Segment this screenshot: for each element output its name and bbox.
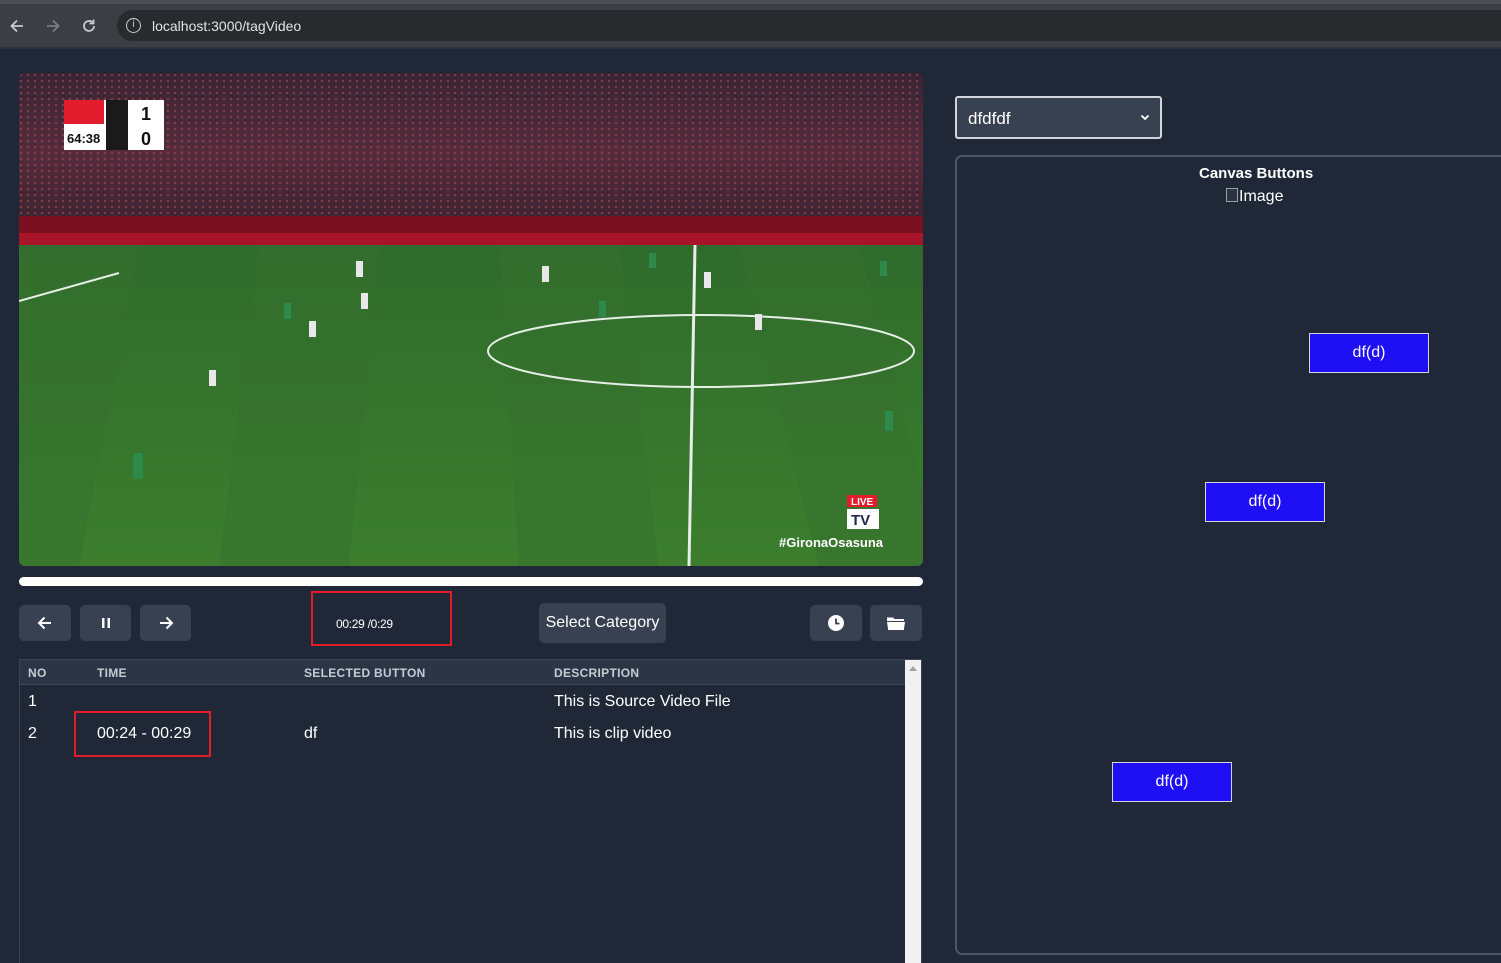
broken-image-icon: [1226, 188, 1238, 202]
canvas-image: Image: [1226, 188, 1283, 206]
time-display-highlight: 00:29 /0:29: [311, 591, 452, 646]
row-no: 1: [28, 693, 37, 710]
clock-icon: [828, 615, 844, 631]
tv-logo: TV: [851, 512, 870, 529]
reload-icon: [83, 19, 95, 32]
info-icon[interactable]: i: [126, 18, 141, 33]
url-text[interactable]: localhost:3000/tagVideo: [152, 18, 301, 34]
arrow-right-icon: [159, 616, 173, 630]
canvas-button-2[interactable]: df(d): [1205, 482, 1325, 522]
pause-icon: [101, 618, 110, 628]
folder-icon: [887, 617, 905, 630]
header-time: TIME: [97, 666, 127, 680]
canvas-title: Canvas Buttons: [1199, 165, 1314, 182]
row-description: This is clip video: [554, 725, 672, 742]
arrow-left-icon: [10, 19, 23, 33]
canvas-area: [955, 155, 1501, 955]
arrow-left-icon: [37, 616, 51, 630]
select-value: dfdfdf: [968, 109, 1011, 128]
button-set-select[interactable]: dfdfdf: [955, 96, 1162, 139]
folder-button[interactable]: [870, 605, 922, 641]
header-selected-button: SELECTED BUTTON: [304, 666, 426, 680]
next-button[interactable]: [140, 605, 191, 641]
chevron-down-icon: [1140, 114, 1150, 121]
live-badge: LIVE: [851, 497, 874, 508]
pause-button[interactable]: [80, 605, 131, 641]
canvas-button-1[interactable]: df(d): [1309, 333, 1429, 373]
video-progress-bar[interactable]: [19, 577, 923, 586]
row-description: This is Source Video File: [554, 693, 731, 710]
row-selected-button: df: [304, 725, 318, 742]
toolbar-divider: [0, 47, 1501, 49]
prev-button[interactable]: [19, 605, 71, 641]
address-bar[interactable]: i localhost:3000/tagVideo: [117, 10, 1501, 41]
match-hashtag: #GironaOsasuna: [779, 535, 884, 550]
arrow-right-icon: [47, 19, 60, 33]
time-cell-highlight: [74, 711, 211, 757]
home-score: 1: [141, 104, 151, 124]
forward-button[interactable]: [43, 16, 63, 36]
video-player[interactable]: 64:38 1 0 LIVE TV #GironaOsasuna: [19, 73, 923, 566]
header-description: DESCRIPTION: [554, 666, 640, 680]
image-alt-text: Image: [1239, 188, 1284, 205]
browser-toolbar: i localhost:3000/tagVideo: [0, 4, 1501, 47]
time-display: 00:29 /0:29: [336, 617, 393, 631]
table-scrollbar[interactable]: [905, 660, 921, 963]
table-header: NO TIME SELECTED BUTTON DESCRIPTION: [20, 660, 906, 685]
back-button[interactable]: [7, 16, 27, 36]
clips-table: NO TIME SELECTED BUTTON DESCRIPTION 1 Th…: [19, 659, 922, 963]
scoreboard-time: 64:38: [67, 131, 100, 146]
away-score: 0: [141, 129, 151, 149]
canvas-button-3[interactable]: df(d): [1112, 762, 1232, 802]
clock-button[interactable]: [810, 605, 862, 641]
select-category-button[interactable]: Select Category: [539, 603, 666, 643]
row-no: 2: [28, 725, 37, 742]
header-no: NO: [28, 666, 47, 680]
reload-button[interactable]: [79, 16, 99, 36]
scroll-up-arrow-icon[interactable]: [909, 666, 917, 671]
